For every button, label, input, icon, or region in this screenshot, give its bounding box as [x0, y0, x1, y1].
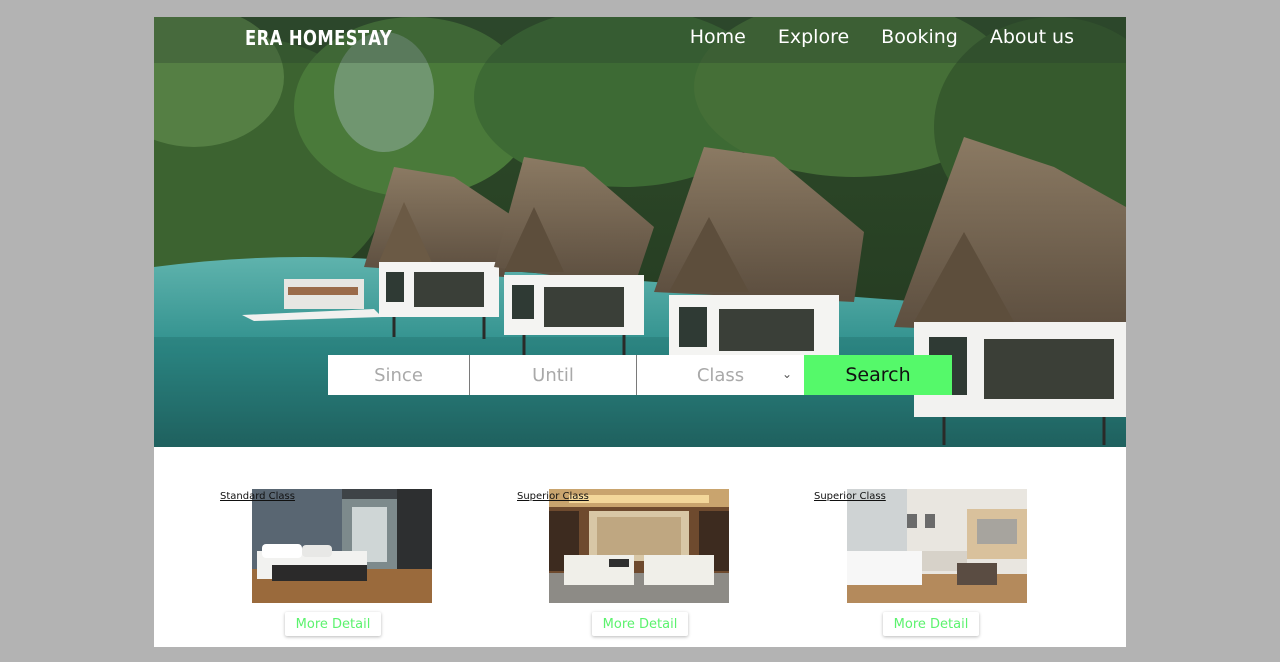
room-photo — [252, 489, 432, 603]
since-date-input[interactable]: Since — [328, 355, 470, 395]
room-photo — [847, 489, 1027, 603]
until-date-input[interactable]: Until — [470, 355, 637, 395]
nav-about-us[interactable]: About us — [990, 26, 1074, 48]
room-class-label[interactable]: Standard Class — [220, 491, 295, 502]
nav-home[interactable]: Home — [690, 26, 746, 48]
site-logo[interactable]: ERA HOMESTAY — [245, 26, 392, 50]
nav-booking[interactable]: Booking — [881, 26, 958, 48]
main-nav: Home Explore Booking About us — [690, 26, 1074, 48]
search-bar: Since Until Class ⌄ Search — [328, 355, 952, 395]
more-detail-button[interactable]: More Detail — [883, 612, 979, 636]
hero-banner: ERA HOMESTAY Home Explore Booking About … — [154, 17, 1126, 447]
more-detail-button[interactable]: More Detail — [285, 612, 381, 636]
nav-explore[interactable]: Explore — [778, 26, 849, 48]
class-select[interactable]: Class ⌄ — [637, 355, 804, 395]
room-photo — [549, 489, 729, 603]
class-select-label: Class — [696, 364, 745, 386]
header-bar: ERA HOMESTAY Home Explore Booking About … — [154, 17, 1126, 63]
room-class-label[interactable]: Superior Class — [517, 491, 589, 502]
search-button[interactable]: Search — [804, 355, 952, 395]
more-detail-button[interactable]: More Detail — [592, 612, 688, 636]
chevron-down-icon: ⌄ — [781, 367, 792, 381]
room-class-label[interactable]: Superior Class — [814, 491, 886, 502]
page: ERA HOMESTAY Home Explore Booking About … — [154, 17, 1126, 647]
